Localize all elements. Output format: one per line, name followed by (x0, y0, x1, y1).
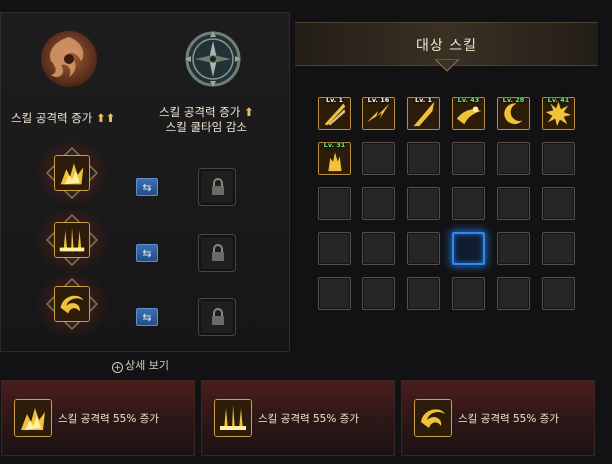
target-skill-slot[interactable]: Lv. 28 (497, 96, 530, 130)
increase-arrow-icon: ⬆ (244, 105, 254, 119)
locked-slot-1 (198, 168, 236, 206)
locked-slot-3 (198, 298, 236, 336)
target-skill-slot[interactable]: Lv. 43 (452, 96, 485, 130)
empty-skill-slot[interactable] (497, 232, 530, 265)
empty-skill-slot[interactable] (362, 187, 395, 220)
option-result-card-3[interactable]: 스킬 공격력 55% 증가 (401, 380, 595, 456)
empty-skill-slot[interactable] (407, 277, 440, 310)
empty-skill-slot[interactable] (497, 187, 530, 220)
empty-skill-slot[interactable] (362, 277, 395, 310)
target-skill-slot[interactable]: Lv. 1 (318, 96, 351, 130)
attack-power-emblem-icon (37, 27, 101, 91)
fire-burst-skill-icon (54, 155, 90, 191)
equipped-skill-slot-2[interactable] (34, 206, 110, 274)
increase-arrows-icon: ⬆⬆ (96, 111, 116, 125)
lock-icon (212, 308, 224, 325)
magnifier-plus-icon: + (112, 362, 123, 373)
empty-skill-slot[interactable] (407, 187, 440, 220)
empty-skill-slot[interactable] (497, 277, 530, 310)
option1-label: 스킬 공격력 증가 ⬆⬆ (11, 111, 116, 125)
empty-skill-slot[interactable] (318, 277, 351, 310)
option-result-card-2[interactable]: 스킬 공격력 55% 증가 (201, 380, 395, 456)
empty-skill-slot[interactable] (452, 277, 485, 310)
target-skill-slot[interactable]: Lv. 31 (318, 141, 351, 175)
triple-blade-skill-icon (54, 222, 90, 258)
empty-skill-slot[interactable] (452, 187, 485, 220)
swap-button-1[interactable]: ⇆ (136, 178, 158, 196)
empty-skill-slot[interactable] (407, 232, 440, 265)
empty-skill-slot[interactable] (362, 232, 395, 265)
empty-skill-slot[interactable] (542, 232, 575, 265)
empty-skill-slot[interactable] (318, 187, 351, 220)
swap-button-3[interactable]: ⇆ (136, 308, 158, 326)
option2-label: 스킬 공격력 증가 ⬆ 스킬 쿨타임 감소 (159, 105, 254, 134)
equipped-skill-slot-1[interactable] (34, 139, 110, 207)
empty-skill-slot[interactable] (542, 142, 575, 175)
fire-burst-skill-icon (14, 399, 52, 437)
equipped-skill-slot-3[interactable] (34, 270, 110, 338)
lock-icon (212, 178, 224, 195)
target-skill-slot[interactable]: Lv. 41 (542, 96, 575, 130)
option-result-card-1[interactable]: 스킬 공격력 55% 증가 (1, 380, 195, 456)
target-skill-slot[interactable]: Lv. 1 (407, 96, 440, 130)
empty-skill-slot[interactable] (362, 142, 395, 175)
empty-skill-slot[interactable] (407, 142, 440, 175)
option-panel: 스킬 공격력 증가 ⬆⬆ 스킬 공격력 증가 ⬆ 스킬 쿨타임 감소 ⇆ ⇆ ⇆ (0, 12, 290, 352)
target-skill-slot[interactable]: Lv. 16 (362, 96, 395, 130)
target-skill-title: 대상 스킬 (416, 38, 477, 54)
spiral-slash-skill-icon (414, 399, 452, 437)
triple-blade-skill-icon (214, 399, 252, 437)
selected-skill-slot[interactable] (452, 232, 485, 265)
cooldown-compass-emblem-icon (181, 27, 245, 91)
header-ornament-icon (434, 59, 459, 72)
empty-skill-slot[interactable] (452, 142, 485, 175)
spiral-slash-skill-icon (54, 286, 90, 322)
empty-skill-slot[interactable] (497, 142, 530, 175)
empty-skill-slot[interactable] (318, 232, 351, 265)
lock-icon (212, 244, 224, 261)
swap-button-2[interactable]: ⇆ (136, 244, 158, 262)
empty-skill-slot[interactable] (542, 187, 575, 220)
target-skill-header: 대상 스킬 (295, 22, 598, 72)
empty-skill-slot[interactable] (542, 277, 575, 310)
detail-view-link[interactable]: + 상세 보기 (112, 357, 169, 373)
locked-slot-2 (198, 234, 236, 272)
